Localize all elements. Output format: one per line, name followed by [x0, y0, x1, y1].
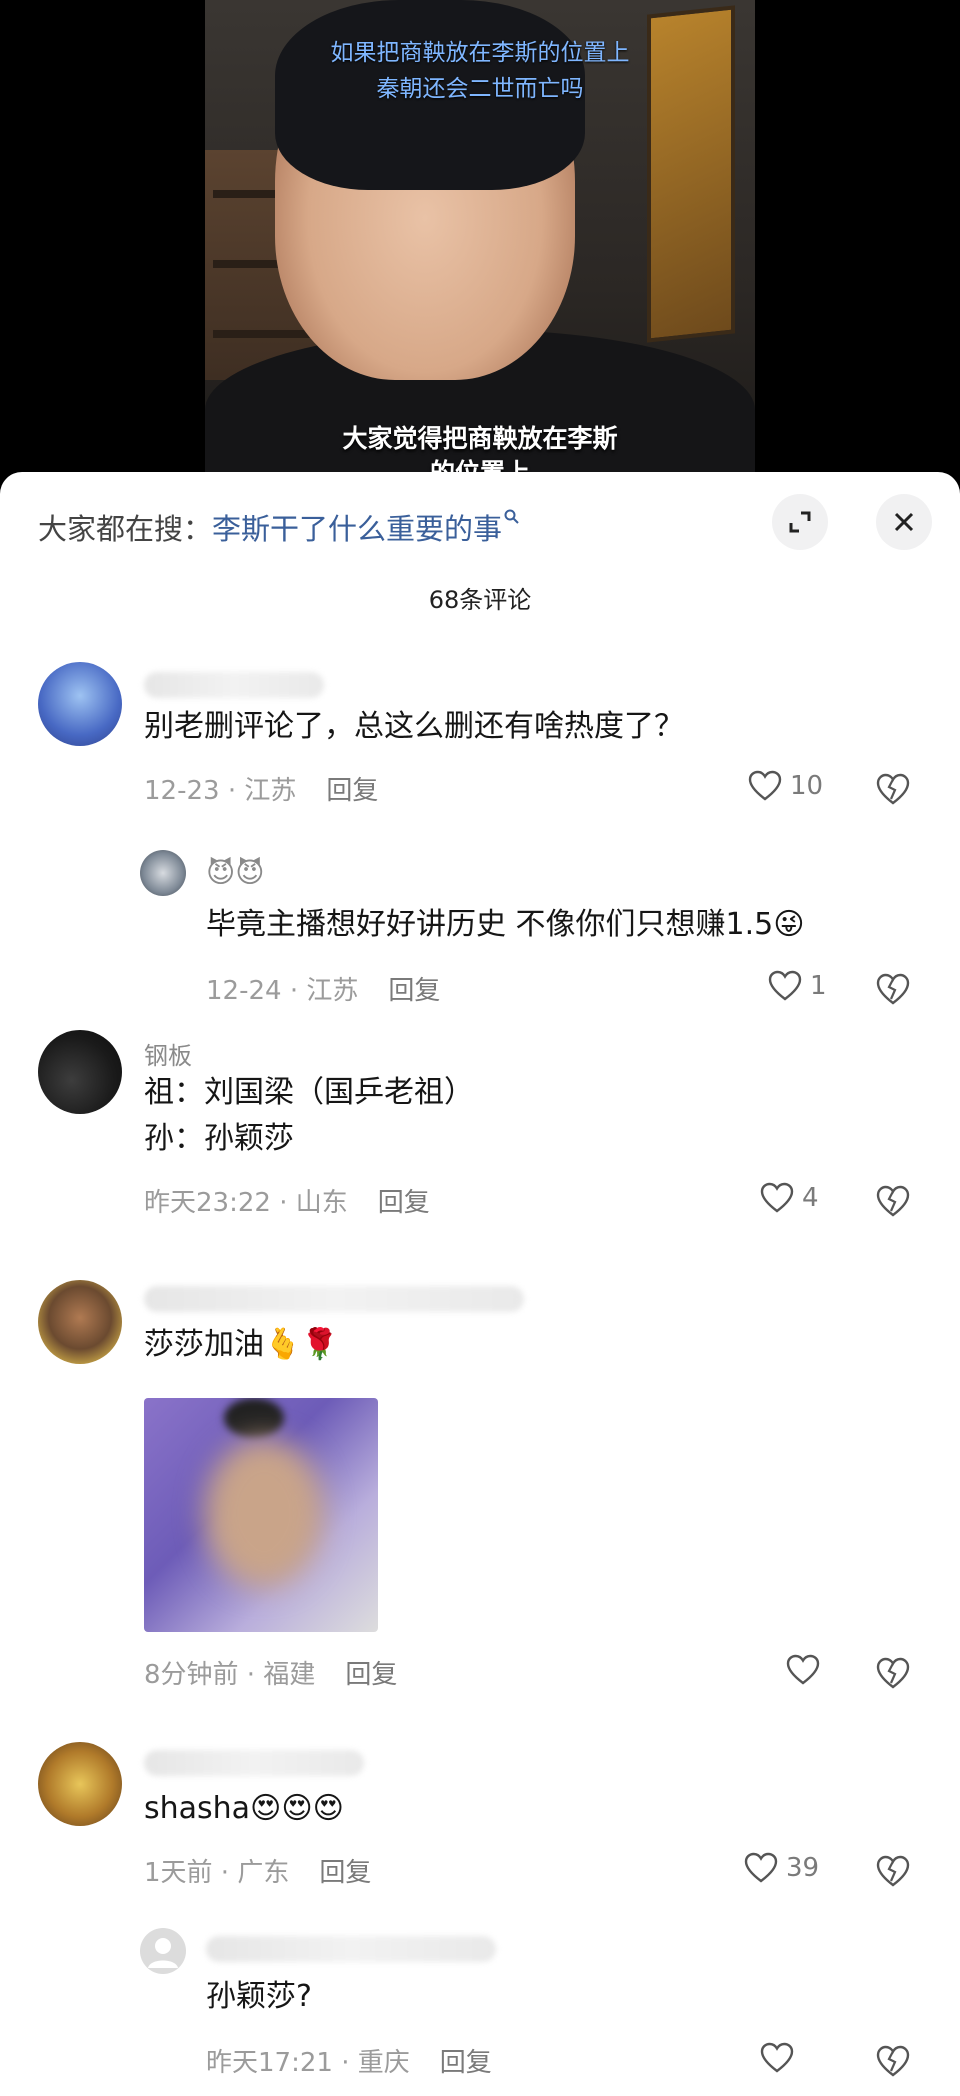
reply-button[interactable]: 回复 — [326, 776, 378, 806]
comment-image[interactable] — [144, 1398, 378, 1632]
username-emoji[interactable]: 😈😈 — [206, 856, 264, 889]
close-icon — [894, 512, 914, 532]
heart-icon — [786, 1654, 820, 1685]
comment-text-line2: 孙：孙颖莎 — [144, 1121, 294, 1156]
dislike-icon[interactable] — [876, 1184, 910, 1218]
video-subtitle-bottom-line1: 大家觉得把商鞅放在李斯 — [342, 424, 618, 453]
video-player[interactable]: 如果把商鞅放在李斯的位置上 秦朝还会二世而亡吗 大家觉得把商鞅放在李斯 的位置上 — [0, 0, 960, 480]
avatar[interactable] — [38, 1030, 122, 1114]
reply-button[interactable]: 回复 — [378, 1188, 430, 1218]
comment-time-location: 1天前 · 广东 — [144, 1858, 290, 1888]
comment-text: shasha😍😍😍 — [144, 1791, 344, 1826]
avatar[interactable] — [140, 850, 186, 896]
expand-icon — [789, 511, 811, 533]
like-button[interactable] — [760, 2042, 794, 2074]
comment-sheet: 大家都在搜： 李斯干了什么重要的事 68条评论 别老删评论了，总这么删还有啥热度… — [0, 472, 960, 2096]
comment-meta: 昨天23:22 · 山东 回复 — [144, 1182, 430, 1219]
username-blurred[interactable] — [144, 1750, 364, 1776]
heart-icon — [748, 770, 782, 801]
dislike-icon[interactable] — [876, 772, 910, 806]
like-count: 39 — [786, 1853, 820, 1883]
comment-text: 毕竟主播想好好讲历史 不像你们只想赚1.5😜 — [206, 907, 805, 942]
like-count: 4 — [802, 1183, 819, 1213]
username-blurred[interactable] — [144, 672, 324, 698]
comment-time-location: 12-23 · 江苏 — [144, 776, 297, 806]
like-count: 1 — [810, 971, 827, 1001]
trending-search-query[interactable]: 李斯干了什么重要的事 — [212, 506, 502, 548]
comment-meta: 12-24 · 江苏 回复 — [206, 970, 440, 1007]
dislike-icon[interactable] — [876, 2044, 910, 2078]
heart-icon — [744, 1852, 778, 1883]
default-avatar-icon — [148, 1938, 178, 1968]
like-button[interactable]: 1 — [768, 970, 827, 1002]
comment-time-location: 昨天17:21 · 重庆 — [206, 2048, 410, 2078]
avatar[interactable] — [38, 1742, 122, 1826]
avatar[interactable] — [140, 1928, 186, 1974]
comment-time-location: 8分钟前 · 福建 — [144, 1660, 316, 1690]
dislike-icon[interactable] — [876, 1854, 910, 1888]
comment-text-line1: 祖：刘国梁（国乒老祖） — [144, 1075, 474, 1110]
comment-meta: 昨天17:21 · 重庆 回复 — [206, 2042, 492, 2079]
comment-time-location: 昨天23:22 · 山东 — [144, 1188, 348, 1218]
dislike-icon[interactable] — [876, 1656, 910, 1690]
close-button[interactable] — [876, 494, 932, 550]
reply-button[interactable]: 回复 — [440, 2048, 492, 2078]
video-subtitle-top-line2: 秦朝还会二世而亡吗 — [376, 76, 584, 102]
like-button[interactable]: 39 — [744, 1852, 819, 1884]
avatar[interactable] — [38, 662, 122, 746]
comment-time-location: 12-24 · 江苏 — [206, 976, 359, 1006]
comment-count: 68条评论 — [428, 586, 532, 614]
reply-button[interactable]: 回复 — [345, 1660, 397, 1690]
like-count: 10 — [790, 771, 824, 801]
comment-text: 孙颖莎? — [206, 1979, 312, 2014]
comment-meta: 1天前 · 广东 回复 — [144, 1852, 371, 1889]
username-blurred[interactable] — [206, 1936, 496, 1962]
comment-text: 莎莎加油🫰🌹 — [144, 1327, 339, 1362]
search-icon — [504, 509, 520, 530]
reply-button[interactable]: 回复 — [388, 976, 440, 1006]
image-content — [224, 1398, 284, 1438]
like-button[interactable]: 4 — [760, 1182, 819, 1214]
expand-button[interactable] — [772, 494, 828, 550]
like-button[interactable] — [786, 1654, 828, 1686]
comment-meta: 12-23 · 江苏 回复 — [144, 770, 378, 807]
heart-icon — [760, 2042, 794, 2073]
like-button[interactable]: 10 — [748, 770, 823, 802]
heart-icon — [768, 970, 802, 1001]
image-content-blurred — [204, 1438, 324, 1588]
trending-search-prefix: 大家都在搜： — [38, 512, 213, 546]
dislike-icon[interactable] — [876, 972, 910, 1006]
avatar[interactable] — [38, 1280, 122, 1364]
reply-button[interactable]: 回复 — [319, 1858, 371, 1888]
username[interactable]: 钢板 — [144, 1036, 192, 1071]
username-blurred[interactable] — [144, 1286, 524, 1312]
heart-icon — [760, 1182, 794, 1213]
trending-search[interactable]: 大家都在搜： 李斯干了什么重要的事 — [38, 502, 520, 552]
video-frame: 如果把商鞅放在李斯的位置上 秦朝还会二世而亡吗 大家觉得把商鞅放在李斯 的位置上 — [205, 0, 755, 480]
comment-text: 别老删评论了，总这么删还有啥热度了？ — [144, 709, 684, 744]
video-subtitle-top-line1: 如果把商鞅放在李斯的位置上 — [330, 40, 630, 66]
comment-meta: 8分钟前 · 福建 回复 — [144, 1654, 397, 1691]
